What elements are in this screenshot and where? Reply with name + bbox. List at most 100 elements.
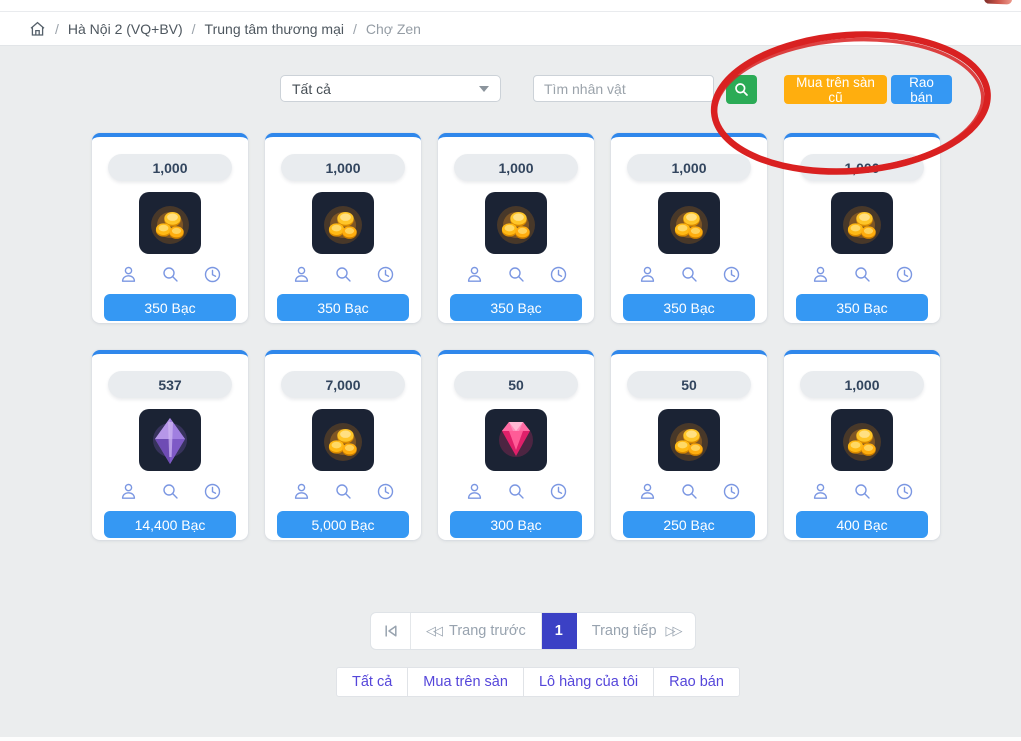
- inspect-magnifier-icon[interactable]: [334, 265, 353, 284]
- purple-gem-icon: [139, 409, 201, 471]
- inspect-magnifier-icon[interactable]: [161, 482, 180, 501]
- item-card: 1,000: [438, 133, 594, 323]
- seller-user-icon[interactable]: [119, 265, 138, 284]
- filter-selected-value: Tất cả: [292, 81, 331, 97]
- gold-coins-icon: [658, 192, 720, 254]
- home-icon[interactable]: [29, 21, 46, 37]
- price-buy-button[interactable]: 250 Bạc: [623, 511, 755, 538]
- quantity-pill: 1,000: [454, 154, 578, 181]
- price-buy-button[interactable]: 350 Bạc: [450, 294, 582, 321]
- seller-user-icon[interactable]: [292, 482, 311, 501]
- search-input[interactable]: [533, 75, 714, 102]
- item-image[interactable]: [831, 409, 893, 471]
- pagination-current-page[interactable]: 1: [542, 613, 577, 649]
- seller-user-icon[interactable]: [465, 482, 484, 501]
- gold-coins-icon: [485, 192, 547, 254]
- sell-button[interactable]: Rao bán: [891, 75, 952, 104]
- pagination: ◁◁ Trang trước 1 Trang tiếp ▷▷: [370, 612, 696, 650]
- double-left-arrow-icon: ◁◁: [426, 623, 440, 639]
- item-image[interactable]: [139, 192, 201, 254]
- breadcrumb-separator: /: [353, 21, 357, 37]
- inspect-magnifier-icon[interactable]: [507, 265, 526, 284]
- category-filter-dropdown[interactable]: Tất cả: [280, 75, 501, 102]
- price-buy-button[interactable]: 350 Bạc: [796, 294, 928, 321]
- inspect-magnifier-icon[interactable]: [680, 482, 699, 501]
- clock-icon[interactable]: [376, 482, 395, 501]
- price-buy-button[interactable]: 350 Bạc: [623, 294, 755, 321]
- quantity-pill: 1,000: [281, 154, 405, 181]
- item-card: 1,000: [265, 133, 421, 323]
- quantity-pill: 7,000: [281, 371, 405, 398]
- clock-icon[interactable]: [895, 265, 914, 284]
- item-image[interactable]: [485, 409, 547, 471]
- first-page-icon: [383, 624, 399, 638]
- clock-icon[interactable]: [203, 265, 222, 284]
- card-actions: [638, 265, 741, 284]
- pagination-first-page[interactable]: [371, 613, 411, 649]
- breadcrumb-separator: /: [55, 21, 59, 37]
- item-image[interactable]: [485, 192, 547, 254]
- seller-user-icon[interactable]: [638, 482, 657, 501]
- item-image[interactable]: [831, 192, 893, 254]
- item-image[interactable]: [658, 192, 720, 254]
- search-button[interactable]: [726, 75, 757, 104]
- item-image[interactable]: [312, 409, 374, 471]
- clock-icon[interactable]: [549, 482, 568, 501]
- clock-icon[interactable]: [722, 482, 741, 501]
- market-footer-tabs: Tất cả Mua trên sàn Lô hàng của tôi Rao …: [336, 667, 740, 697]
- buy-old-market-button[interactable]: Mua trên sàn cũ: [784, 75, 887, 104]
- item-image[interactable]: [139, 409, 201, 471]
- quantity-pill: 537: [108, 371, 232, 398]
- seller-user-icon[interactable]: [119, 482, 138, 501]
- double-right-arrow-icon: ▷▷: [666, 623, 680, 639]
- tab-my-listings[interactable]: Lô hàng của tôi: [524, 668, 654, 696]
- price-buy-button[interactable]: 350 Bạc: [277, 294, 409, 321]
- quantity-pill: 50: [627, 371, 751, 398]
- clock-icon[interactable]: [203, 482, 222, 501]
- gold-coins-icon: [312, 409, 374, 471]
- inspect-magnifier-icon[interactable]: [680, 265, 699, 284]
- clock-icon[interactable]: [376, 265, 395, 284]
- item-card: 1,000: [92, 133, 248, 323]
- price-buy-button[interactable]: 300 Bạc: [450, 511, 582, 538]
- gold-coins-icon: [312, 192, 374, 254]
- inspect-magnifier-icon[interactable]: [853, 265, 872, 284]
- item-image[interactable]: [658, 409, 720, 471]
- item-card: 537 14,400: [92, 350, 248, 540]
- chevron-down-icon: [479, 86, 489, 92]
- seller-user-icon[interactable]: [811, 265, 830, 284]
- breadcrumb-item-mall[interactable]: Trung tâm thương mại: [205, 21, 344, 37]
- price-buy-button[interactable]: 14,400 Bạc: [104, 511, 236, 538]
- quantity-pill: 1,000: [800, 371, 924, 398]
- pagination-prev[interactable]: ◁◁ Trang trước: [411, 613, 542, 649]
- price-buy-button[interactable]: 5,000 Bạc: [277, 511, 409, 538]
- gold-coins-icon: [831, 192, 893, 254]
- pagination-next[interactable]: Trang tiếp ▷▷: [577, 613, 695, 649]
- pagination-prev-label: Trang trước: [449, 623, 526, 639]
- tab-buy-on-market[interactable]: Mua trên sàn: [408, 668, 524, 696]
- seller-user-icon[interactable]: [292, 265, 311, 284]
- price-buy-button[interactable]: 350 Bạc: [104, 294, 236, 321]
- breadcrumb-item-server[interactable]: Hà Nội 2 (VQ+BV): [68, 21, 183, 37]
- pink-gem-icon: [485, 409, 547, 471]
- breadcrumb: / Hà Nội 2 (VQ+BV) / Trung tâm thương mạ…: [0, 11, 1021, 46]
- inspect-magnifier-icon[interactable]: [853, 482, 872, 501]
- seller-user-icon[interactable]: [465, 265, 484, 284]
- tab-all[interactable]: Tất cả: [337, 668, 408, 696]
- seller-user-icon[interactable]: [638, 265, 657, 284]
- quantity-pill: 1,000: [108, 154, 232, 181]
- quantity-pill: 1,000: [800, 154, 924, 181]
- tab-sell[interactable]: Rao bán: [654, 668, 739, 696]
- clock-icon[interactable]: [549, 265, 568, 284]
- price-buy-button[interactable]: 400 Bạc: [796, 511, 928, 538]
- item-card: 1,000: [784, 133, 940, 323]
- clock-icon[interactable]: [895, 482, 914, 501]
- clock-icon[interactable]: [722, 265, 741, 284]
- card-actions: [638, 482, 741, 501]
- item-image[interactable]: [312, 192, 374, 254]
- inspect-magnifier-icon[interactable]: [507, 482, 526, 501]
- seller-user-icon[interactable]: [811, 482, 830, 501]
- item-cards-grid: 1,000: [92, 133, 940, 540]
- inspect-magnifier-icon[interactable]: [161, 265, 180, 284]
- inspect-magnifier-icon[interactable]: [334, 482, 353, 501]
